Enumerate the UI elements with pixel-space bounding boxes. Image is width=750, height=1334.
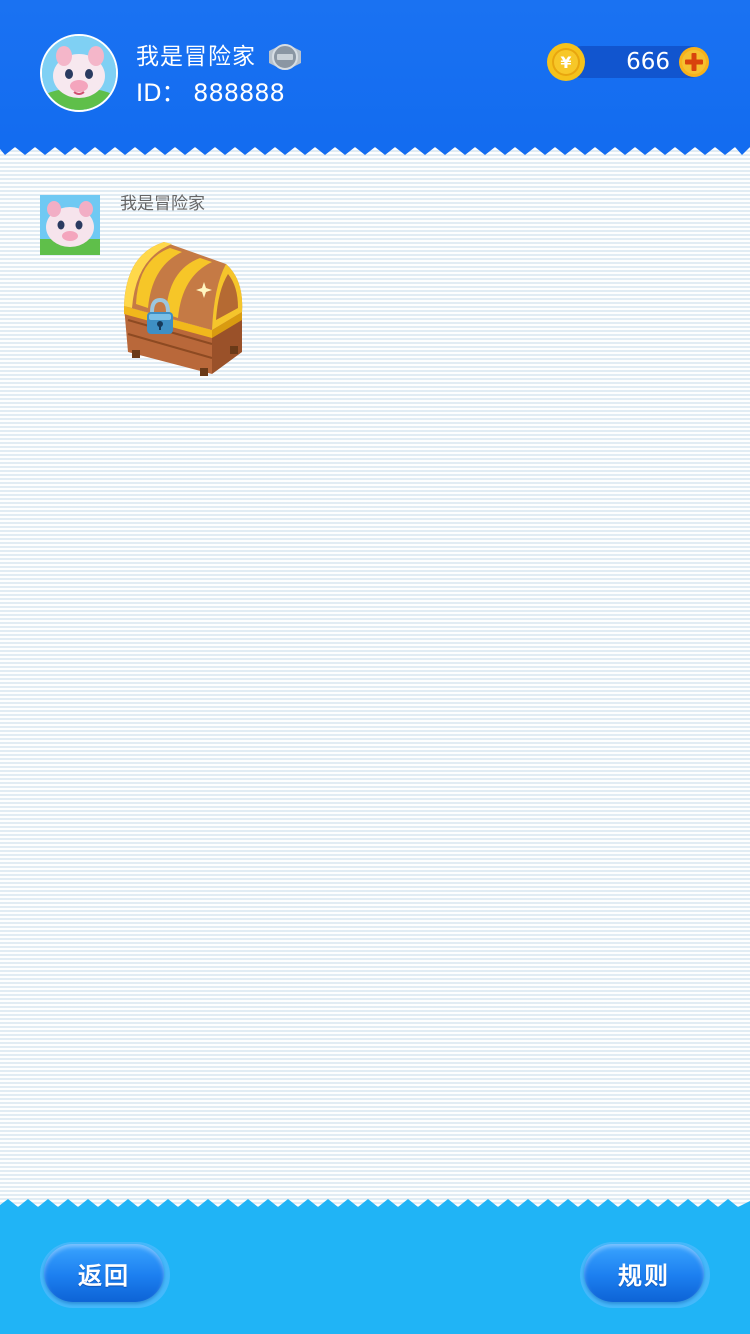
page-background bbox=[0, 0, 750, 1334]
rules-button-frame: 规则 bbox=[580, 1242, 710, 1308]
message-avatar[interactable] bbox=[40, 195, 100, 255]
user-avatar[interactable] bbox=[40, 34, 118, 112]
treasure-chest-icon[interactable] bbox=[116, 234, 248, 378]
rules-button[interactable]: 规则 bbox=[584, 1244, 704, 1302]
message-sender-name: 我是冒险家 bbox=[120, 194, 205, 214]
back-button-frame: 返回 bbox=[40, 1242, 170, 1308]
coin-icon: ¥ bbox=[547, 43, 585, 81]
add-coins-button[interactable] bbox=[678, 46, 710, 78]
vip-badge-icon bbox=[269, 44, 301, 70]
back-button[interactable]: 返回 bbox=[44, 1244, 164, 1302]
user-id: ID： 888888 bbox=[136, 79, 285, 107]
header-zigzag-edge bbox=[0, 139, 750, 155]
footer-zigzag-edge bbox=[0, 1199, 750, 1215]
message-avatar-image bbox=[40, 195, 100, 255]
avatar-image bbox=[42, 36, 116, 110]
svg-text:¥: ¥ bbox=[560, 53, 571, 72]
coin-amount: 666 bbox=[626, 49, 670, 75]
user-name: 我是冒险家 bbox=[136, 44, 256, 70]
